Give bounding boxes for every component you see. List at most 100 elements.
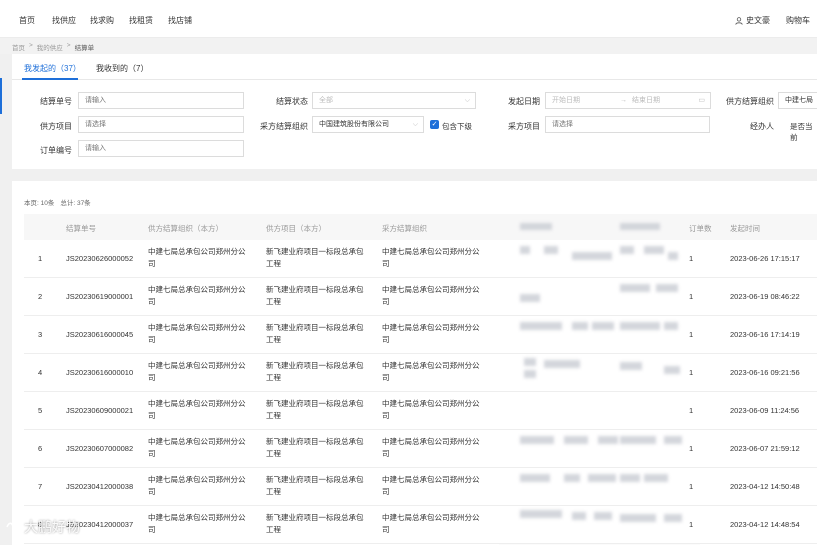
redacted-cell xyxy=(564,474,580,482)
buyer-org-value: 中国建筑股份有限公司 xyxy=(319,121,389,128)
settlement-status-value: 全部 xyxy=(319,97,333,104)
start-time-cell: 2023-06-16 17:14:19 xyxy=(730,330,800,339)
table-header: 结算单号 供方结算组织（本方） 供方项目（本方） 采方结算组织 订单数 发起时间 xyxy=(24,214,817,240)
start-time-cell: 2023-06-26 17:15:17 xyxy=(730,254,800,263)
calendar-icon: ▭ xyxy=(698,97,705,104)
supplier-project-cell: 新飞建业府项目一标段总承包工程 xyxy=(266,247,364,268)
settlement-no-cell: JS20230619000001 xyxy=(66,292,134,301)
settlement-status-label: 结算状态 xyxy=(276,97,308,106)
table-row[interactable]: 8 JS20230412000037 中建七局总承包公司郑州分公司 新飞建业府项目一标… xyxy=(24,506,817,544)
order-count-cell: 1 xyxy=(689,520,694,529)
handler-current-option[interactable]: 是否当前 xyxy=(790,121,817,143)
user-icon xyxy=(735,16,743,25)
nav-item-shop[interactable]: 找店铺 xyxy=(168,15,192,26)
supplier-project-input[interactable] xyxy=(78,116,244,133)
supplier-org-cell: 中建七局总承包公司郑州分公司 xyxy=(148,475,246,496)
redacted-cell xyxy=(520,474,550,482)
supplier-project-cell: 新飞建业府项目一标段总承包工程 xyxy=(266,361,364,382)
date-range-picker[interactable]: 开始日期 → 结束日期 ▭ xyxy=(545,92,711,109)
buyer-org-label: 采方结算组织 xyxy=(260,122,308,131)
breadcrumb-current: 结算单 xyxy=(74,45,95,52)
redacted-cell xyxy=(594,512,612,520)
table-row[interactable]: 2 JS20230619000001 中建七局总承包公司郑州分公司 新飞建业府项目一标… xyxy=(24,278,817,316)
start-time-cell: 2023-04-12 14:50:48 xyxy=(730,482,800,491)
date-to-placeholder: 结束日期 xyxy=(632,97,660,104)
redacted-cell xyxy=(520,322,562,330)
user-menu[interactable]: 史文豪 xyxy=(735,15,770,26)
page-size-text: 本页: 10条 xyxy=(24,200,55,207)
redacted-cell xyxy=(520,436,554,444)
supplier-org-select[interactable]: 中建七局 xyxy=(778,92,817,109)
table-summary: 本页: 10条 总计: 37条 xyxy=(24,197,91,207)
redacted-cell xyxy=(664,514,682,522)
redacted-cell xyxy=(644,246,664,254)
settlement-no-input[interactable] xyxy=(78,92,244,109)
table-row[interactable]: 7 JS20230412000038 中建七局总承包公司郑州分公司 新飞建业府项目一标… xyxy=(24,468,817,506)
supplier-org-cell: 中建七局总承包公司郑州分公司 xyxy=(148,361,246,382)
supplier-org-cell: 中建七局总承包公司郑州分公司 xyxy=(148,247,246,268)
chevron-down-icon: ⌵ xyxy=(412,121,418,128)
settlement-no-label: 结算单号 xyxy=(40,97,72,106)
table-row[interactable]: 4 JS20230616000010 中建七局总承包公司郑州分公司 新飞建业府项目一标… xyxy=(24,354,817,392)
redacted-cell xyxy=(572,322,588,330)
buyer-org-cell: 中建七局总承包公司郑州分公司 xyxy=(382,399,480,420)
breadcrumb-separator: > xyxy=(29,42,33,49)
table-row[interactable]: 5 JS20230609000021 中建七局总承包公司郑州分公司 新飞建业府项目一标… xyxy=(24,392,817,430)
redacted-cell xyxy=(524,370,536,378)
redacted-cell xyxy=(520,294,540,302)
order-no-label: 订单编号 xyxy=(40,146,72,155)
cart-link[interactable]: 购物车 xyxy=(786,15,810,26)
order-count-cell: 1 xyxy=(689,482,694,491)
row-index: 6 xyxy=(38,444,43,453)
order-count-cell: 1 xyxy=(689,444,694,453)
table-row[interactable]: 6 JS20230607000082 中建七局总承包公司郑州分公司 新飞建业府项目一标… xyxy=(24,430,817,468)
redacted-cell xyxy=(544,360,580,368)
nav-item-lease[interactable]: 找租赁 xyxy=(129,15,153,26)
supplier-project-label: 供方项目 xyxy=(40,122,72,131)
settlement-no-cell: JS20230616000010 xyxy=(66,368,134,377)
nav-item-purchase[interactable]: 找求购 xyxy=(90,15,114,26)
buyer-project-label: 采方项目 xyxy=(508,122,540,131)
supplier-org-label: 供方结算组织 xyxy=(726,97,774,106)
redacted-cell xyxy=(620,246,634,254)
top-nav: 首页 找供应 找求购 找租赁 找店铺 史文豪 购物车 xyxy=(0,0,817,38)
redacted-cell xyxy=(664,322,678,330)
redacted-header xyxy=(520,223,552,230)
redacted-cell xyxy=(620,474,640,482)
table-row[interactable]: 1 JS20230626000052 中建七局总承包公司郑州分公司 新飞建业府项目一标… xyxy=(24,240,817,278)
buyer-org-select[interactable]: 中国建筑股份有限公司 ⌵ xyxy=(312,116,424,133)
nav-item-home[interactable]: 首页 xyxy=(19,15,35,26)
settlement-status-select[interactable]: 全部 ⌵ xyxy=(312,92,476,109)
redacted-cell xyxy=(620,514,656,522)
tab-initiated[interactable]: 我发起的（37） xyxy=(24,63,81,74)
start-time-cell: 2023-06-16 09:21:56 xyxy=(730,368,800,377)
table-row[interactable]: 3 JS20230616000045 中建七局总承包公司郑州分公司 新飞建业府项目一标… xyxy=(24,316,817,354)
buyer-org-cell: 中建七局总承包公司郑州分公司 xyxy=(382,437,480,458)
watermark: 大鹏好物 xyxy=(6,517,80,537)
row-index: 5 xyxy=(38,406,43,415)
redacted-header xyxy=(620,223,660,230)
redacted-cell xyxy=(520,246,530,254)
include-sub-checkbox[interactable]: ✓ xyxy=(430,120,439,129)
start-time-cell: 2023-06-19 08:46:22 xyxy=(730,292,800,301)
breadcrumb-bar: 首页 > 我的供应 > 结算单 xyxy=(0,38,817,54)
start-time-cell: 2023-04-12 14:48:54 xyxy=(730,520,800,529)
redacted-cell xyxy=(668,252,678,260)
buyer-org-cell: 中建七局总承包公司郑州分公司 xyxy=(382,285,480,306)
buyer-project-input[interactable] xyxy=(545,116,710,133)
breadcrumb: 首页 > 我的供应 > 结算单 xyxy=(12,42,94,52)
tab-received[interactable]: 我收到的（7） xyxy=(96,63,148,74)
order-no-input[interactable] xyxy=(78,140,244,157)
nav-item-supply[interactable]: 找供应 xyxy=(52,15,76,26)
active-tab-underline xyxy=(22,78,78,80)
redacted-cell xyxy=(564,436,588,444)
supplier-project-cell: 新飞建业府项目一标段总承包工程 xyxy=(266,399,364,420)
supplier-project-cell: 新飞建业府项目一标段总承包工程 xyxy=(266,285,364,306)
row-index: 3 xyxy=(38,330,43,339)
breadcrumb-home[interactable]: 首页 xyxy=(12,42,25,52)
table-panel: 本页: 10条 总计: 37条 结算单号 供方结算组织（本方） 供方项目（本方）… xyxy=(12,181,817,545)
settlement-no-cell: JS20230412000038 xyxy=(66,482,134,491)
row-index: 7 xyxy=(38,482,43,491)
redacted-cell xyxy=(598,436,618,444)
breadcrumb-my-supply[interactable]: 我的供应 xyxy=(37,42,63,52)
